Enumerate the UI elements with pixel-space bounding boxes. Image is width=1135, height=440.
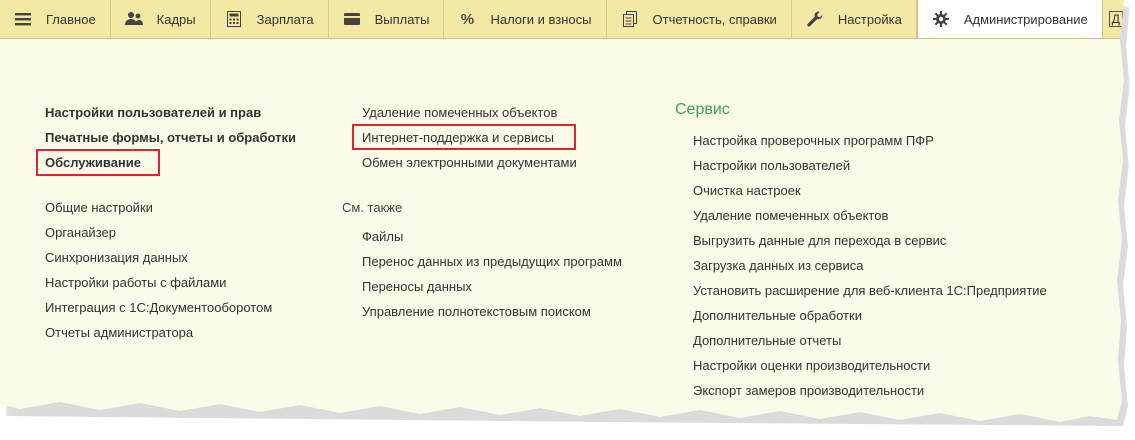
documents-icon (621, 10, 639, 28)
nav-label: Отчетность, справки (652, 11, 777, 27)
nav-setup[interactable]: Настройка (792, 0, 917, 38)
nav-label: Кадры (156, 11, 196, 27)
link-delete-marked[interactable]: Удаление помеченных объектов (342, 100, 622, 125)
nav-main[interactable]: Главное (0, 0, 111, 38)
link-additional-processing[interactable]: Дополнительные обработки (675, 303, 1047, 328)
nav-payments[interactable]: Выплаты (329, 0, 445, 38)
link-user-rights-settings[interactable]: Настройки пользователей и прав (45, 100, 296, 125)
link-user-settings[interactable]: Настройки пользователей (675, 153, 1047, 178)
link-data-sync[interactable]: Синхронизация данных (45, 245, 296, 270)
wallet-icon (343, 10, 361, 28)
nav-label: Зарплата (256, 11, 314, 27)
link-delete-marked-objects[interactable]: Удаление помеченных объектов (675, 203, 1047, 228)
people-icon (124, 10, 143, 28)
link-docflow-integration[interactable]: Интеграция с 1С:Документооборотом (45, 295, 296, 320)
nav-reports[interactable]: Отчетность, справки (607, 0, 792, 38)
nav-taxes[interactable]: % Налоги и взносы (444, 0, 607, 38)
nav-label: Выплаты (374, 11, 430, 27)
wrench-icon (806, 10, 824, 28)
right-column: Сервис Настройка проверочных программ ПФ… (675, 99, 1047, 403)
service-heading: Сервис (675, 101, 730, 118)
nav-label: Настройка (837, 11, 902, 27)
link-pfr-check-programs[interactable]: Настройка проверочных программ ПФР (675, 128, 1047, 153)
link-fulltext-search[interactable]: Управление полнотекстовым поиском (342, 299, 622, 324)
link-import-from-service[interactable]: Загрузка данных из сервиса (675, 253, 1047, 278)
nav-label: Д (1108, 11, 1123, 27)
gear-icon (932, 10, 950, 28)
page-sheet: Главное Кадры Зарплата Выплаты % Налоги … (0, 0, 1124, 422)
nav-administration[interactable]: Администрирование (916, 0, 1103, 38)
left-column: Настройки пользователей и прав Печатные … (45, 100, 296, 345)
link-performance-settings[interactable]: Настройки оценки производительности (675, 353, 1047, 378)
link-export-performance[interactable]: Экспорт замеров производительности (675, 378, 1047, 403)
link-files[interactable]: Файлы (342, 224, 622, 249)
percent-icon: % (460, 10, 475, 28)
link-edo-exchange[interactable]: Обмен электронными документами (342, 150, 622, 175)
nav-label: Налоги и взносы (490, 11, 592, 27)
see-also-label: См. также (342, 200, 403, 215)
nav-personnel[interactable]: Кадры (111, 0, 211, 38)
link-general-settings[interactable]: Общие настройки (45, 195, 296, 220)
highlight-maintenance (36, 149, 160, 176)
menu-icon (14, 10, 32, 28)
calculator-icon (225, 10, 243, 28)
link-data-transfers[interactable]: Переносы данных (342, 274, 622, 299)
highlight-internet-support (352, 124, 576, 150)
link-export-to-service[interactable]: Выгрузить данные для перехода в сервис (675, 228, 1047, 253)
nav-label: Главное (46, 11, 96, 27)
link-file-settings[interactable]: Настройки работы с файлами (45, 270, 296, 295)
link-clear-settings[interactable]: Очистка настроек (675, 178, 1047, 203)
link-organizer[interactable]: Органайзер (45, 220, 296, 245)
link-install-web-extension[interactable]: Установить расширение для веб-клиента 1С… (675, 278, 1047, 303)
nav-salary[interactable]: Зарплата (211, 0, 329, 38)
nav-label: Администрирование (963, 11, 1088, 27)
link-data-transfer[interactable]: Перенос данных из предыдущих программ (342, 249, 622, 274)
link-admin-reports[interactable]: Отчеты администратора (45, 320, 296, 345)
link-print-forms[interactable]: Печатные формы, отчеты и обработки (45, 125, 296, 150)
sections-panel: Главное Кадры Зарплата Выплаты % Налоги … (0, 0, 1124, 39)
link-additional-reports[interactable]: Дополнительные отчеты (675, 328, 1047, 353)
